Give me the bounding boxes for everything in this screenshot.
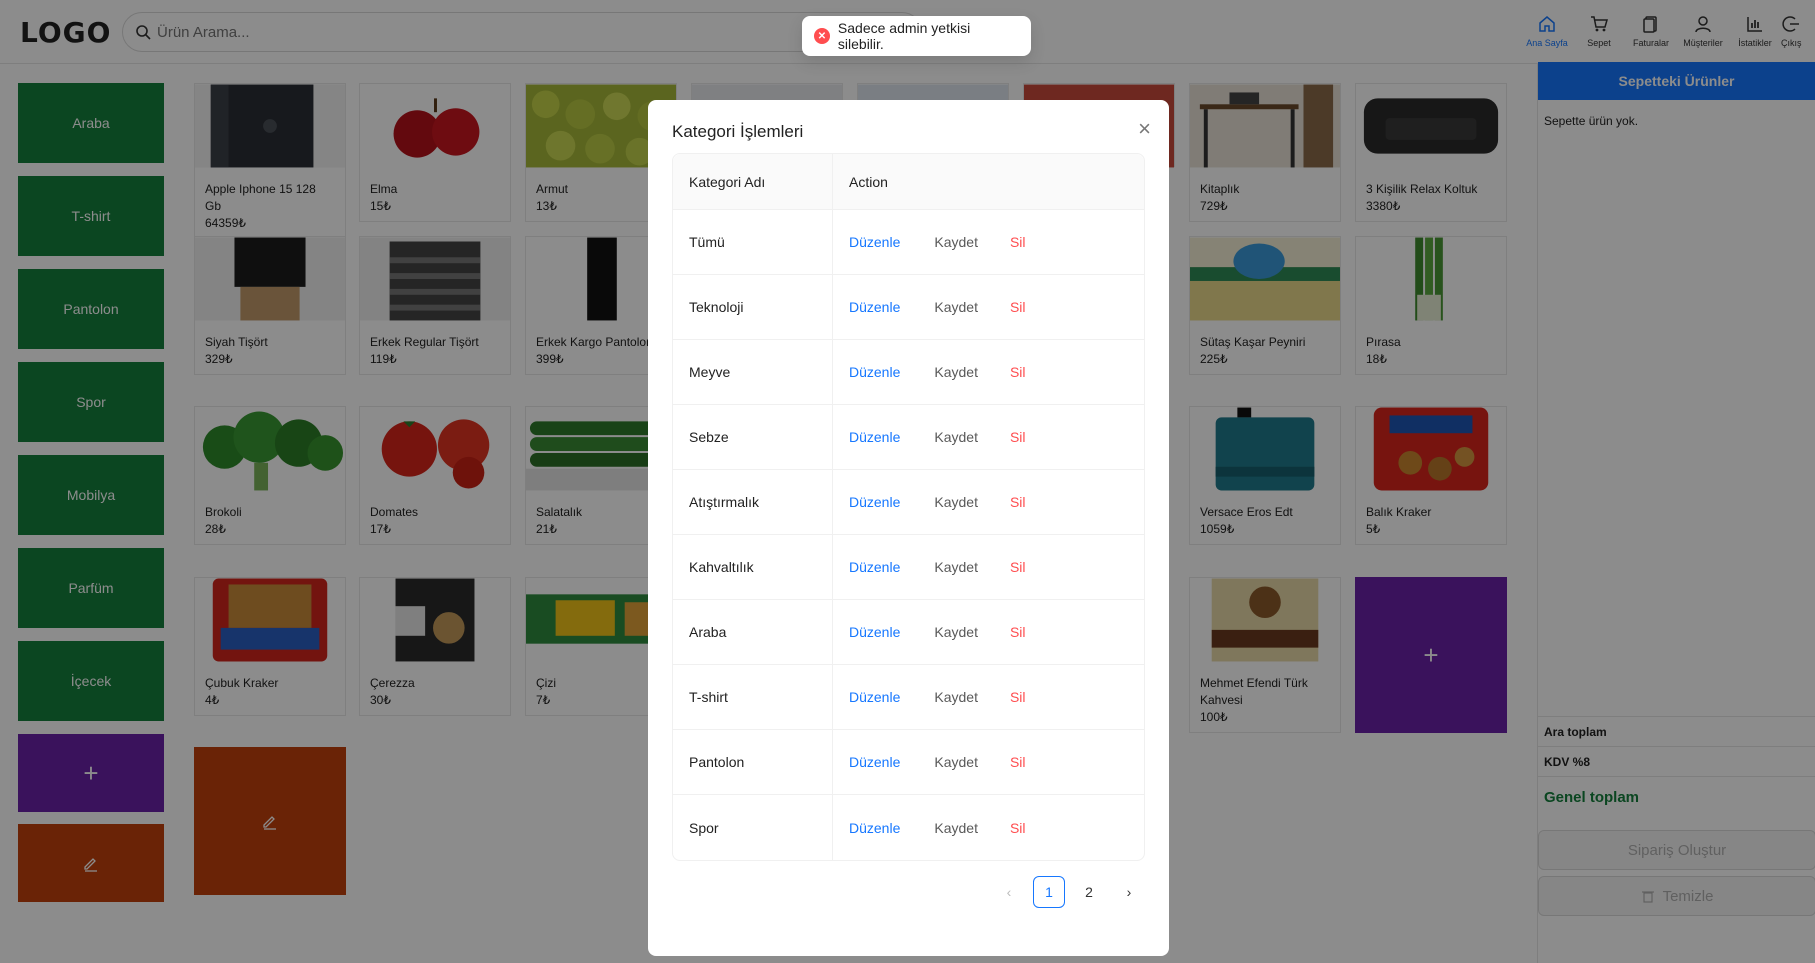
table-header: Kategori Adı Action (673, 154, 1144, 210)
table-row: Teknoloji Düzenle Kaydet Sil (673, 275, 1144, 340)
table-row: Meyve Düzenle Kaydet Sil (673, 340, 1144, 405)
error-icon: ✕ (814, 28, 830, 44)
edit-link[interactable]: Düzenle (849, 234, 900, 250)
category-name: Meyve (673, 340, 833, 404)
delete-link[interactable]: Sil (1010, 299, 1026, 315)
category-table: Kategori Adı Action Tümü Düzenle Kaydet Sil… (672, 153, 1145, 861)
page-2[interactable]: 2 (1073, 876, 1105, 908)
modal-title: Kategori İşlemleri (672, 122, 804, 141)
edit-link[interactable]: Düzenle (849, 754, 900, 770)
delete-link[interactable]: Sil (1010, 820, 1026, 836)
save-link[interactable]: Kaydet (934, 299, 978, 315)
table-row: Atıştırmalık Düzenle Kaydet Sil (673, 470, 1144, 535)
page-1[interactable]: 1 (1033, 876, 1065, 908)
delete-link[interactable]: Sil (1010, 234, 1026, 250)
save-link[interactable]: Kaydet (934, 429, 978, 445)
table-row: Pantolon Düzenle Kaydet Sil (673, 730, 1144, 795)
save-link[interactable]: Kaydet (934, 559, 978, 575)
category-name: Spor (673, 795, 833, 860)
delete-link[interactable]: Sil (1010, 429, 1026, 445)
delete-link[interactable]: Sil (1010, 624, 1026, 640)
prev-page-icon[interactable]: ‹ (993, 876, 1025, 908)
save-link[interactable]: Kaydet (934, 234, 978, 250)
edit-link[interactable]: Düzenle (849, 364, 900, 380)
save-link[interactable]: Kaydet (934, 494, 978, 510)
save-link[interactable]: Kaydet (934, 820, 978, 836)
category-name: Sebze (673, 405, 833, 469)
edit-link[interactable]: Düzenle (849, 820, 900, 836)
close-icon[interactable]: × (1138, 116, 1151, 142)
delete-link[interactable]: Sil (1010, 494, 1026, 510)
edit-link[interactable]: Düzenle (849, 689, 900, 705)
category-name: Tümü (673, 210, 833, 274)
save-link[interactable]: Kaydet (934, 754, 978, 770)
category-name: Teknoloji (673, 275, 833, 339)
edit-link[interactable]: Düzenle (849, 559, 900, 575)
edit-link[interactable]: Düzenle (849, 624, 900, 640)
table-row: Araba Düzenle Kaydet Sil (673, 600, 1144, 665)
category-name: T-shirt (673, 665, 833, 729)
save-link[interactable]: Kaydet (934, 364, 978, 380)
category-name: Kahvaltılık (673, 535, 833, 599)
error-toast: ✕ Sadece admin yetkisi silebilir. (802, 16, 1031, 56)
category-name: Araba (673, 600, 833, 664)
next-page-icon[interactable]: › (1113, 876, 1145, 908)
table-row: Tümü Düzenle Kaydet Sil (673, 210, 1144, 275)
table-row: Sebze Düzenle Kaydet Sil (673, 405, 1144, 470)
table-row: Kahvaltılık Düzenle Kaydet Sil (673, 535, 1144, 600)
column-header-name: Kategori Adı (673, 154, 833, 209)
category-modal: Kategori İşlemleri × Kategori Adı Action… (648, 100, 1169, 956)
delete-link[interactable]: Sil (1010, 689, 1026, 705)
edit-link[interactable]: Düzenle (849, 429, 900, 445)
edit-link[interactable]: Düzenle (849, 299, 900, 315)
category-name: Pantolon (673, 730, 833, 794)
table-row: T-shirt Düzenle Kaydet Sil (673, 665, 1144, 730)
save-link[interactable]: Kaydet (934, 689, 978, 705)
delete-link[interactable]: Sil (1010, 754, 1026, 770)
save-link[interactable]: Kaydet (934, 624, 978, 640)
delete-link[interactable]: Sil (1010, 364, 1026, 380)
category-name: Atıştırmalık (673, 470, 833, 534)
toast-message: Sadece admin yetkisi silebilir. (837, 20, 971, 52)
delete-link[interactable]: Sil (1010, 559, 1026, 575)
pagination: ‹ 1 2 › (993, 876, 1145, 908)
table-row: Spor Düzenle Kaydet Sil (673, 795, 1144, 860)
edit-link[interactable]: Düzenle (849, 494, 900, 510)
column-header-action: Action (849, 173, 888, 190)
